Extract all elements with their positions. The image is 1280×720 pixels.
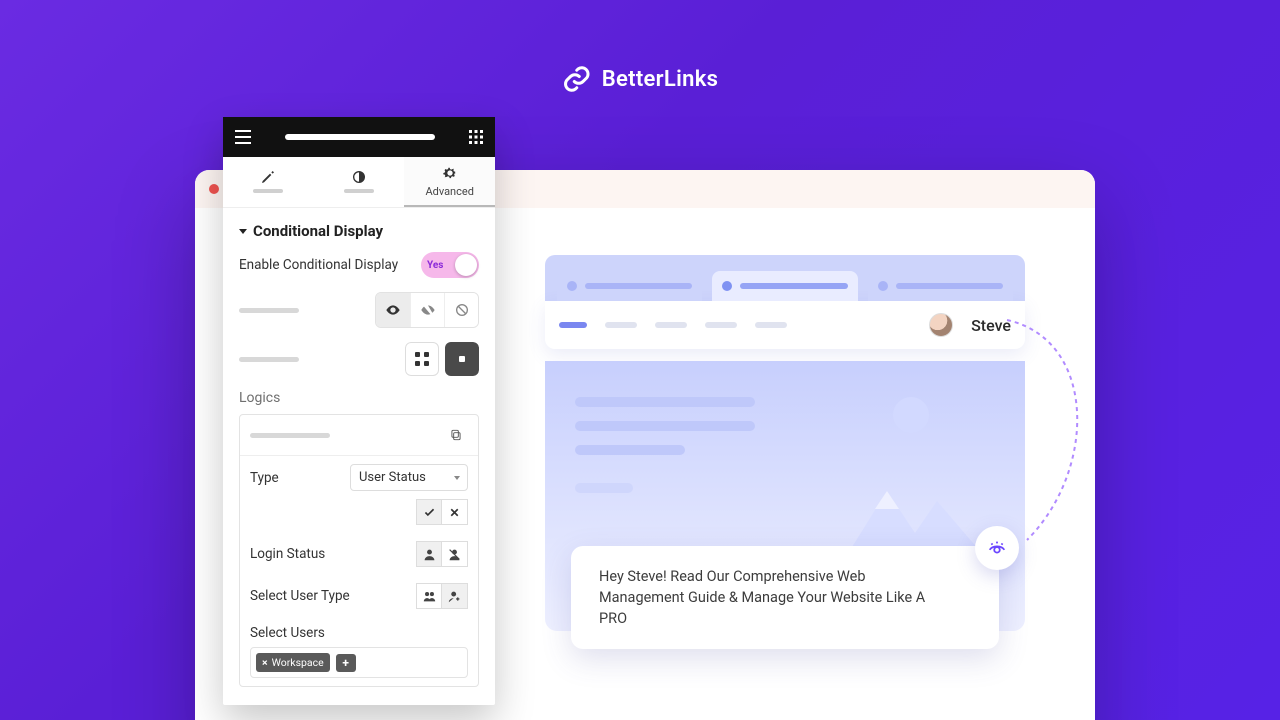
- select-users-input[interactable]: × Workspace +: [250, 647, 468, 678]
- menu-icon[interactable]: [235, 130, 251, 144]
- copy-icon: [449, 428, 463, 442]
- nav-item[interactable]: [705, 322, 737, 328]
- user-type-group: [416, 583, 468, 609]
- logged-in-button[interactable]: [416, 541, 442, 567]
- grid-icon: [414, 351, 430, 367]
- copy-button[interactable]: [444, 423, 468, 447]
- placeholder-line: [575, 421, 755, 431]
- layout-grid-button[interactable]: [405, 342, 439, 376]
- section-title: Conditional Display: [253, 222, 383, 240]
- tab-advanced-label: Advanced: [425, 185, 473, 198]
- login-status-label: Login Status: [250, 546, 325, 562]
- nav-item[interactable]: [755, 322, 787, 328]
- layout-mode-group: [405, 342, 479, 376]
- placeholder-line: [575, 397, 755, 407]
- select-users-label: Select Users: [250, 625, 468, 641]
- preview-navbar: Steve: [545, 301, 1025, 349]
- placeholder-line: [250, 433, 330, 438]
- chevron-down-icon: [454, 476, 460, 480]
- preview-tab-active[interactable]: [712, 271, 857, 301]
- user-type-label: Select User Type: [250, 588, 350, 604]
- preview-tab[interactable]: [557, 271, 702, 301]
- layout-single-button[interactable]: [445, 342, 479, 376]
- close-dot-icon[interactable]: [209, 184, 219, 194]
- logics-box: Type User Status Login Status: [239, 414, 479, 687]
- enable-conditional-toggle[interactable]: Yes: [421, 252, 479, 278]
- toggle-value: Yes: [427, 260, 443, 271]
- user-type-all-button[interactable]: [416, 583, 442, 609]
- pencil-icon: [260, 169, 276, 185]
- preview-tab[interactable]: [868, 271, 1013, 301]
- visibility-hide-button[interactable]: [410, 293, 444, 327]
- logged-out-button[interactable]: [442, 541, 468, 567]
- placeholder-line: [575, 483, 633, 493]
- preview-hero: Hey Steve! Read Our Comprehensive Web Ma…: [545, 361, 1025, 631]
- placeholder-line: [239, 357, 299, 362]
- visibility-show-button[interactable]: [376, 293, 410, 327]
- user-icon: [423, 548, 436, 561]
- login-status-group: [416, 541, 468, 567]
- tab-content[interactable]: [223, 157, 314, 207]
- eye-off-icon: [420, 302, 436, 318]
- confirm-group: [416, 499, 468, 525]
- preview-tabs: [545, 255, 1025, 301]
- placeholder-line: [239, 308, 299, 313]
- block-icon: [454, 302, 470, 318]
- user-chip[interactable]: × Workspace: [256, 653, 330, 672]
- type-value: User Status: [359, 470, 426, 485]
- square-icon: [454, 351, 470, 367]
- eye-icon: [385, 302, 401, 318]
- visibility-block-button[interactable]: [444, 293, 478, 327]
- chip-label: Workspace: [272, 656, 324, 669]
- cancel-button[interactable]: [442, 499, 468, 525]
- type-label: Type: [250, 470, 279, 486]
- visibility-mode-group: [375, 292, 479, 328]
- notification-card: Hey Steve! Read Our Comprehensive Web Ma…: [571, 546, 999, 649]
- site-preview: Steve Hey Steve! Read Our Comprehensive …: [545, 255, 1025, 631]
- nav-item[interactable]: [605, 322, 637, 328]
- editor-panel: Advanced Conditional Display Enable Cond…: [223, 117, 495, 705]
- gear-icon: [442, 165, 458, 181]
- section-conditional-display[interactable]: Conditional Display: [239, 222, 479, 240]
- check-icon: [423, 506, 436, 519]
- username: Steve: [971, 316, 1011, 335]
- nav-item[interactable]: [655, 322, 687, 328]
- placeholder-line: [575, 445, 685, 455]
- apps-icon[interactable]: [469, 130, 483, 144]
- brand-logo: BetterLinks: [562, 64, 718, 94]
- visibility-icon: [986, 537, 1008, 559]
- tab-advanced[interactable]: Advanced: [404, 157, 495, 207]
- editor-title-placeholder: [285, 134, 435, 140]
- enable-conditional-label: Enable Conditional Display: [239, 257, 398, 273]
- avatar[interactable]: [929, 313, 953, 337]
- user-plus-icon: [448, 590, 461, 603]
- contrast-icon: [351, 169, 367, 185]
- link-icon: [562, 64, 592, 94]
- logics-label: Logics: [239, 390, 479, 406]
- notification-text: Hey Steve! Read Our Comprehensive Web Ma…: [599, 568, 925, 627]
- add-user-button[interactable]: +: [336, 654, 356, 672]
- brand-name: BetterLinks: [602, 67, 718, 92]
- tab-style[interactable]: [314, 157, 405, 207]
- sun-icon: [893, 397, 929, 433]
- x-icon: [448, 506, 461, 519]
- editor-topbar: [223, 117, 495, 157]
- confirm-button[interactable]: [416, 499, 442, 525]
- user-off-icon: [448, 548, 461, 561]
- type-select[interactable]: User Status: [350, 464, 468, 491]
- user-type-single-button[interactable]: [442, 583, 468, 609]
- nav-item[interactable]: [559, 322, 587, 328]
- chip-remove-icon[interactable]: ×: [262, 656, 268, 669]
- editor-tabs: Advanced: [223, 157, 495, 207]
- users-icon: [423, 590, 436, 603]
- caret-down-icon: [239, 229, 247, 234]
- visibility-badge[interactable]: [975, 526, 1019, 570]
